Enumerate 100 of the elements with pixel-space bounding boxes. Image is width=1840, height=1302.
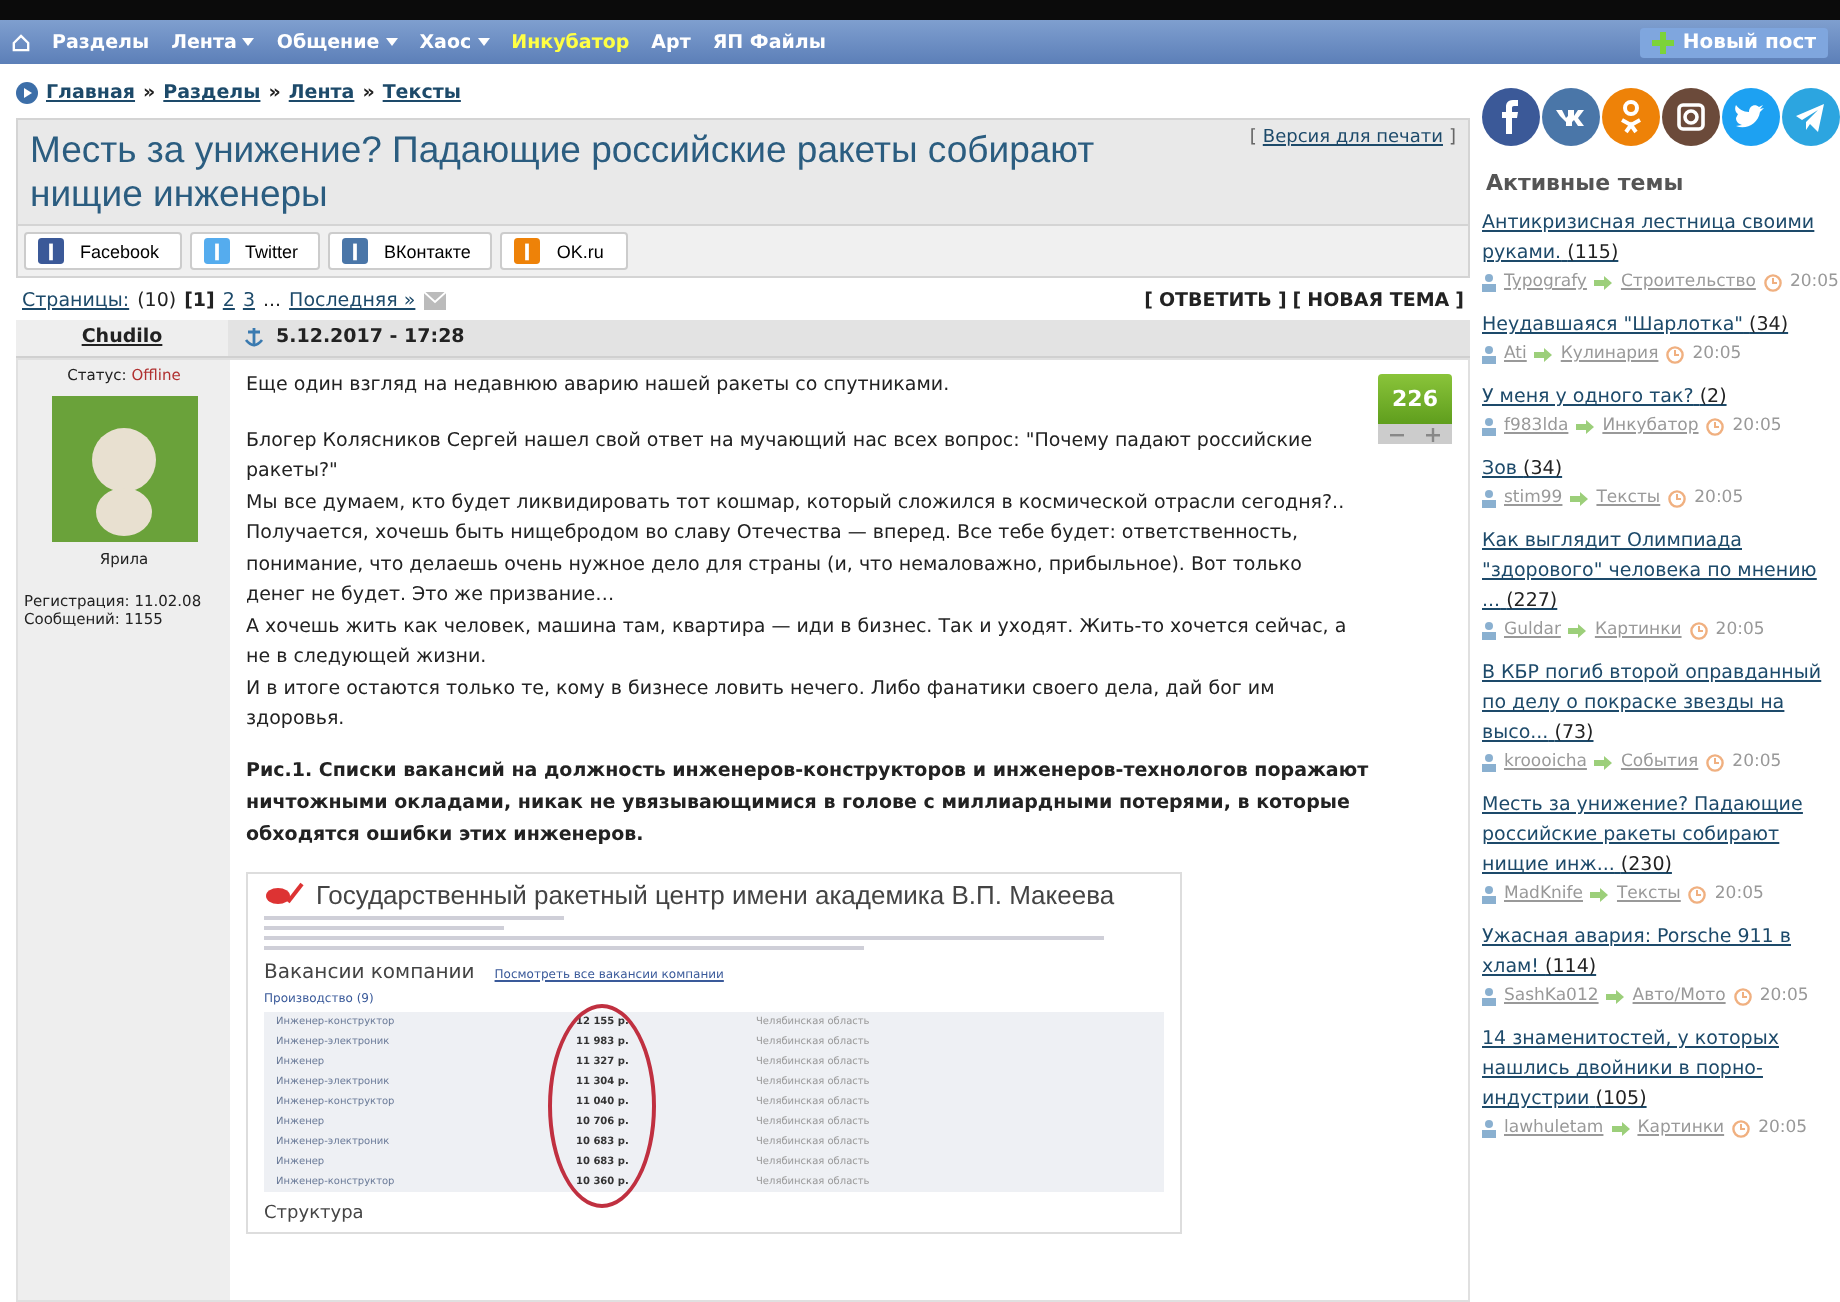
nav-link[interactable]: Лента — [171, 31, 255, 53]
user-icon — [1482, 346, 1496, 364]
topic-time: 20:05 — [1732, 414, 1782, 440]
section-link[interactable]: Тексты — [1616, 880, 1681, 910]
user-icon — [1482, 1120, 1496, 1138]
clock-icon — [1706, 418, 1725, 436]
breadcrumb-separator: » — [268, 82, 281, 104]
last-page-link[interactable]: Последняя » — [289, 290, 416, 312]
share-button[interactable]: ВКонтакте — [328, 232, 493, 270]
arrow-icon — [1534, 348, 1553, 362]
breadcrumb-link[interactable]: Главная — [46, 82, 136, 104]
nav-link[interactable]: Арт — [651, 31, 691, 53]
section-link[interactable]: Тексты — [1596, 484, 1661, 514]
topic-time: 20:05 — [1714, 882, 1764, 908]
user-icon — [1482, 988, 1496, 1006]
user-link[interactable]: f983lda — [1504, 412, 1569, 442]
user-link[interactable]: SashKa012 — [1504, 982, 1599, 1012]
new-post-button[interactable]: Новый пост — [1640, 27, 1828, 57]
breadcrumb-link[interactable]: Разделы — [163, 82, 261, 104]
plus-icon — [1652, 31, 1675, 53]
user-icon — [1482, 274, 1496, 292]
topic-link[interactable]: Как выглядит Олимпиада "здорового" человека по мнению ... (227) — [1482, 526, 1840, 616]
breadcrumb-separator: » — [362, 82, 375, 104]
topic-time: 20:05 — [1789, 270, 1839, 296]
topic-title: Месть за унижение? Падающие российские ракеты собирают нищие инженеры — [30, 128, 1097, 216]
topic-link[interactable]: Неудавшаяся "Шарлотка" (34) — [1482, 310, 1840, 340]
breadcrumb-separator: » — [143, 82, 156, 104]
bracket: ] — [1277, 290, 1287, 312]
arrow-icon — [1594, 756, 1613, 770]
topic-link[interactable]: Зов (34) — [1482, 454, 1840, 484]
topic-link[interactable]: В КБР погиб второй оправданный по делу о покраске звезды на высо... (73) — [1482, 658, 1840, 748]
share-button[interactable]: Twitter — [189, 232, 321, 270]
rating-score: 226 — [1378, 374, 1452, 424]
topic-link[interactable]: Ужасная авария: Porsche 911 в хлам! (114) — [1482, 922, 1840, 982]
user-link[interactable]: Typografy — [1504, 268, 1587, 298]
user-link[interactable]: stim99 — [1504, 484, 1563, 514]
clock-icon — [1763, 274, 1782, 292]
nav-link[interactable]: Разделы — [52, 31, 150, 53]
nav-link[interactable]: Общение — [276, 31, 398, 53]
post-paragraph: А хочешь жить как человек, машина там, квартира — иди в бизнес. Так и уходят. Жить-то хочется сейчас, а не в следующей жизни. — [246, 613, 1349, 672]
topic-time: 20:05 — [1694, 486, 1744, 512]
breadcrumb-link[interactable]: Лента — [288, 82, 355, 104]
section-link[interactable]: Картинки — [1637, 1114, 1725, 1144]
user-link[interactable]: kroooicha — [1504, 748, 1587, 778]
section-link[interactable]: Авто/Мото — [1632, 982, 1726, 1012]
bracket: [ — [1292, 290, 1302, 312]
anchor-icon[interactable] — [244, 326, 264, 348]
user-icon — [1482, 418, 1496, 436]
bracket: [ — [1144, 290, 1153, 312]
clock-icon — [1668, 490, 1687, 508]
clock-icon — [1732, 1120, 1751, 1138]
user-icon — [1482, 490, 1496, 508]
arrow-icon — [1611, 1122, 1630, 1136]
clock-icon — [1706, 754, 1725, 772]
section-link[interactable]: Строительство — [1620, 268, 1756, 298]
topic-link[interactable]: Антикризисная лестница своими руками. (115) — [1482, 208, 1840, 268]
topic-link[interactable]: Месть за унижение? Падающие российские ракеты собирают нищие инж... (230) — [1482, 790, 1840, 880]
topic-link[interactable]: 14 знаменитостей, у которых нашлись двойники в порно-индустрии (105) — [1482, 1024, 1840, 1114]
section-link[interactable]: Инкубатор — [1602, 412, 1699, 442]
user-link[interactable]: lawhuletam — [1504, 1114, 1604, 1144]
topic-time: 20:05 — [1715, 618, 1765, 644]
topic-action-link[interactable]: НОВАЯ ТЕМА — [1307, 290, 1450, 312]
page-count: (10) — [137, 290, 177, 312]
clock-icon — [1666, 346, 1685, 364]
section-link[interactable]: Кулинария — [1560, 340, 1659, 370]
pages-link[interactable]: Страницы: — [22, 290, 130, 312]
home-icon[interactable] — [12, 33, 30, 51]
nav-link[interactable]: Хаос — [419, 31, 490, 53]
breadcrumb-link[interactable]: Тексты — [382, 82, 461, 104]
telegram-logo-icon[interactable] — [1782, 88, 1840, 146]
play-icon — [16, 82, 38, 104]
post-date: 5.12.2017 - 17:28 — [276, 326, 465, 348]
user-link[interactable]: Ati — [1504, 340, 1527, 370]
bracket: ] — [1455, 290, 1464, 312]
user-link[interactable]: Guldar — [1504, 616, 1561, 646]
instagram-logo-icon[interactable] — [1662, 88, 1720, 146]
print-version-link[interactable]: Версия для печати — [1262, 128, 1443, 148]
logo-icon — [264, 881, 304, 905]
user-link[interactable]: MadKnife — [1504, 880, 1583, 910]
structure-heading: Структура — [264, 1203, 366, 1223]
nav-link[interactable]: ЯП Файлы — [712, 31, 826, 53]
nav-link[interactable]: Инкубатор — [511, 31, 630, 53]
plus-icon[interactable] — [1426, 427, 1441, 441]
post-paragraph: И в итоге остаются только те, кому в бизнесе ловить нечего. Либо фанатики своего дела, дай бог им здоровья. — [246, 675, 1277, 734]
user-icon — [1482, 622, 1496, 640]
user-icon — [1482, 754, 1496, 772]
share-button[interactable]: OK.ru — [500, 232, 629, 270]
envelope-icon[interactable] — [423, 292, 446, 310]
clock-icon — [1689, 622, 1708, 640]
share-button[interactable]: Facebook — [24, 232, 182, 270]
page-link[interactable]: 2 — [222, 290, 235, 312]
post-paragraph: Мы все думаем, кто будет ликвидировать тот кошмар, который сложился в космической отрасли сегодня?.. — [246, 489, 1347, 517]
arrow-icon — [1570, 492, 1589, 506]
topic-link[interactable]: У меня у одного так? (2) — [1482, 382, 1840, 412]
bracket: [ — [1249, 128, 1257, 148]
topic-action-link[interactable]: ОТВЕТИТЬ — [1158, 290, 1272, 312]
section-link[interactable]: События — [1620, 748, 1699, 778]
page-link[interactable]: 3 — [242, 290, 255, 312]
vacancies-heading: Вакансии компании — [264, 961, 475, 983]
section-link[interactable]: Картинки — [1594, 616, 1682, 646]
